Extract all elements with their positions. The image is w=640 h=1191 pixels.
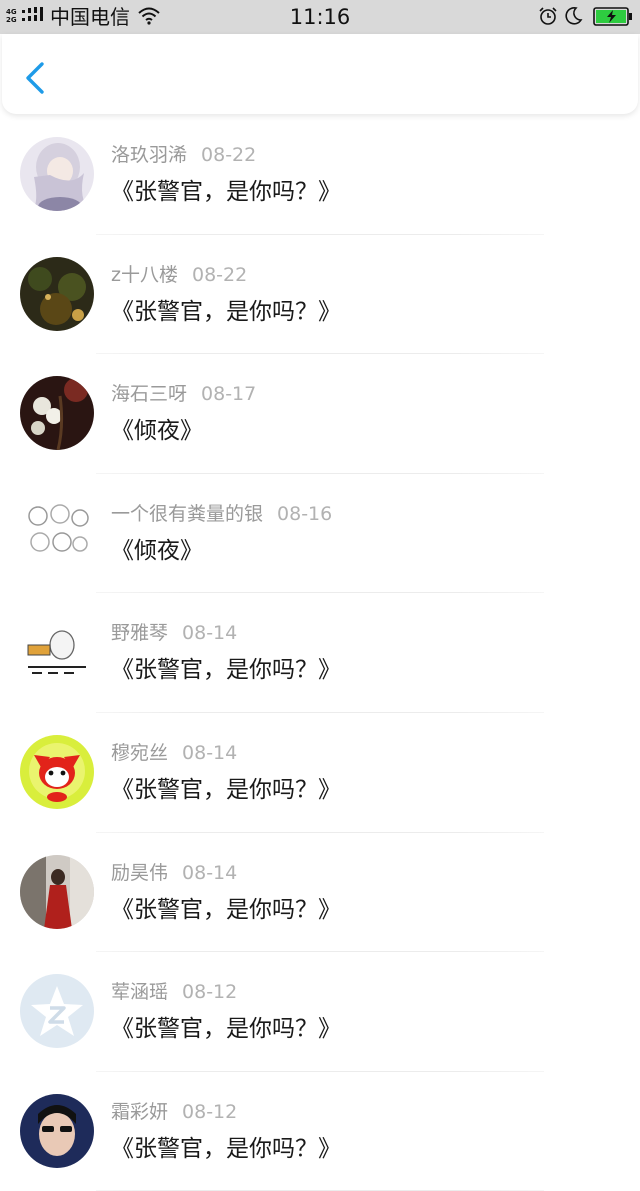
username[interactable]: 海石三呀 xyxy=(111,383,187,405)
user-avatar[interactable] xyxy=(20,256,94,331)
comment-list: 洛玖羽浠 08-22 《张警官，是你吗？》 z十八楼 08-22 《张警官，是你吗？… xyxy=(0,115,640,1191)
battery-charging-icon xyxy=(593,7,632,26)
user-avatar[interactable] xyxy=(20,1093,94,1168)
comment-meta: 荤涵瑶 08-12 xyxy=(111,980,237,1004)
comment-date: 08-22 xyxy=(201,144,257,166)
comment-meta: z十八楼 08-22 xyxy=(111,263,247,287)
status-bar: 4G 2G 中国电信 11:16 xyxy=(0,0,640,34)
username[interactable]: 励昊伟 xyxy=(111,862,168,884)
comment-meta: 励昊伟 08-14 xyxy=(111,861,237,885)
comment-meta: 穆宛丝 08-14 xyxy=(111,741,237,765)
list-item[interactable]: 海石三呀 08-17 《倾夜》 xyxy=(0,354,640,474)
username[interactable]: 霜彩妍 xyxy=(111,1101,168,1123)
username[interactable]: 荤涵瑶 xyxy=(111,981,168,1003)
comment-date: 08-14 xyxy=(182,861,238,884)
username[interactable]: 洛玖羽浠 xyxy=(111,144,187,166)
network-type-indicator: 4G 2G xyxy=(6,8,20,24)
comment-date: 08-12 xyxy=(182,1100,238,1123)
list-item[interactable]: 荤涵瑶 08-12 《张警官，是你吗？》 xyxy=(0,952,640,1072)
user-avatar[interactable] xyxy=(20,854,94,929)
book-title[interactable]: 《倾夜》 xyxy=(111,536,203,566)
list-item[interactable]: 一个很有粪量的银 08-16 《倾夜》 xyxy=(0,474,640,594)
network-type-bottom: 2G xyxy=(6,16,17,24)
user-avatar[interactable] xyxy=(20,376,94,451)
comment-date: 08-14 xyxy=(182,622,238,645)
username[interactable]: 一个很有粪量的银 xyxy=(111,503,263,525)
book-title[interactable]: 《张警官，是你吗？》 xyxy=(111,775,341,805)
book-title[interactable]: 《张警官，是你吗？》 xyxy=(111,655,341,685)
list-item[interactable]: 霜彩妍 08-12 《张警官，是你吗？》 xyxy=(0,1072,640,1191)
comment-date: 08-14 xyxy=(182,741,238,764)
book-title[interactable]: 《张警官，是你吗？》 xyxy=(111,297,341,327)
moon-icon xyxy=(565,7,583,25)
comment-meta: 洛玖羽浠 08-22 xyxy=(111,143,256,167)
user-avatar[interactable] xyxy=(20,137,94,211)
user-avatar[interactable] xyxy=(20,734,94,809)
book-title[interactable]: 《张警官，是你吗？》 xyxy=(111,1014,341,1044)
book-title[interactable]: 《倾夜》 xyxy=(111,416,203,446)
comment-date: 08-17 xyxy=(201,383,257,406)
clock-time: 11:16 xyxy=(289,5,351,29)
book-title[interactable]: 《张警官，是你吗？》 xyxy=(111,895,341,925)
comment-meta: 一个很有粪量的银 08-16 xyxy=(111,502,332,526)
list-item[interactable]: 洛玖羽浠 08-22 《张警官，是你吗？》 xyxy=(0,115,640,235)
user-avatar[interactable] xyxy=(20,615,94,690)
wifi-icon xyxy=(138,7,160,25)
network-type-top: 4G xyxy=(6,8,17,16)
comment-date: 08-12 xyxy=(182,981,238,1004)
back-chevron-icon[interactable] xyxy=(20,60,50,96)
username[interactable]: z十八楼 xyxy=(111,264,178,286)
list-item[interactable]: z十八楼 08-22 《张警官，是你吗？》 xyxy=(0,235,640,355)
list-item[interactable]: 穆宛丝 08-14 《张警官，是你吗？》 xyxy=(0,713,640,833)
book-title[interactable]: 《张警官，是你吗？》 xyxy=(111,1134,341,1164)
comment-meta: 海石三呀 08-17 xyxy=(111,382,256,406)
user-avatar[interactable] xyxy=(20,495,94,570)
comment-date: 08-22 xyxy=(191,263,248,286)
username[interactable]: 穆宛丝 xyxy=(111,742,168,764)
carrier-name: 中国电信 xyxy=(50,5,130,29)
comment-date: 08-16 xyxy=(277,502,333,525)
comment-meta: 霜彩妍 08-12 xyxy=(111,1100,237,1124)
alarm-icon xyxy=(539,7,557,25)
default-avatar-icon[interactable] xyxy=(20,974,94,1049)
comment-meta: 野雅琴 08-14 xyxy=(111,621,237,645)
book-title[interactable]: 《张警官，是你吗？》 xyxy=(111,177,341,207)
username[interactable]: 野雅琴 xyxy=(111,622,168,644)
list-item[interactable]: 励昊伟 08-14 《张警官，是你吗？》 xyxy=(0,833,640,953)
list-item[interactable]: 野雅琴 08-14 《张警官，是你吗？》 xyxy=(0,593,640,713)
top-nav-bar xyxy=(2,34,638,114)
signal-icon xyxy=(22,7,43,21)
